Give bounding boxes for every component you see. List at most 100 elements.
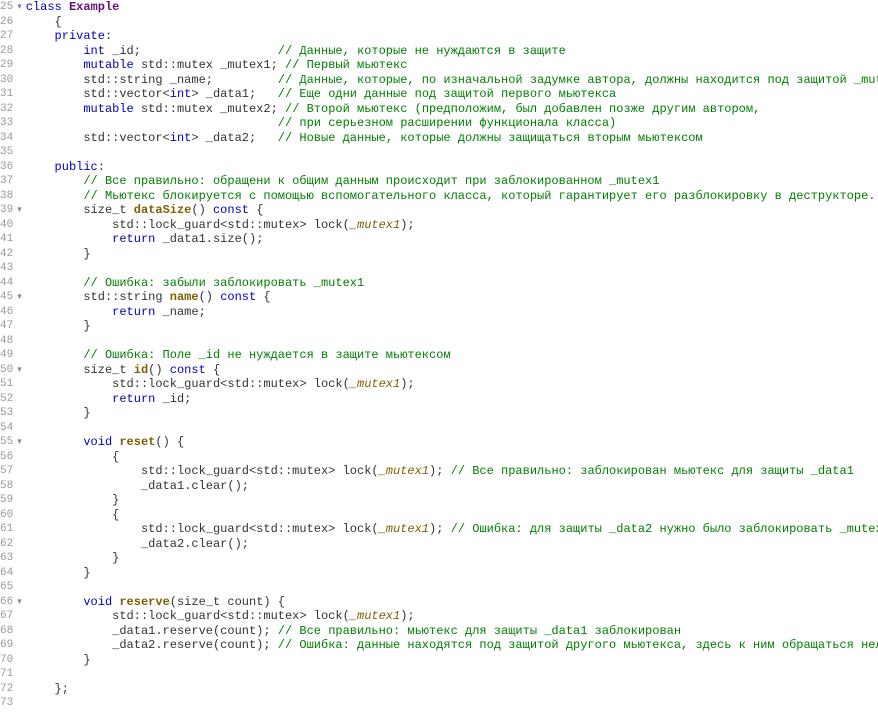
code-line[interactable]: // Ошибка: забыли заблокировать _mutex1 (26, 276, 878, 291)
code-line[interactable]: { (26, 450, 878, 465)
token-punct: std::lock_guard<std::mutex> lock( (26, 609, 350, 623)
token-punct: } (26, 406, 91, 420)
token-punct: ); (429, 522, 451, 536)
token-kw: return (112, 392, 155, 406)
token-punct: _data2.clear(); (26, 537, 249, 551)
code-line[interactable]: } (26, 551, 878, 566)
code-line[interactable]: } (26, 493, 878, 508)
code-line[interactable] (26, 580, 878, 595)
line-number: 25 (0, 0, 13, 15)
code-line[interactable]: { (26, 508, 878, 523)
code-line[interactable]: } (26, 566, 878, 581)
code-line[interactable]: return _data1.size(); (26, 232, 878, 247)
line-number: 69 (0, 638, 13, 653)
code-line[interactable]: }; (26, 682, 878, 697)
code-line[interactable] (26, 145, 878, 160)
code-line[interactable]: public: (26, 160, 878, 175)
token-punct: { (206, 363, 220, 377)
line-number: 50 (0, 363, 13, 378)
code-line[interactable]: std::string _name; // Данные, которые, п… (26, 73, 878, 88)
token-comment: // Первый мьютекс (285, 58, 407, 72)
line-number: 29 (0, 58, 13, 73)
token-punct: std::string (26, 290, 170, 304)
code-line[interactable]: _data1.reserve(count); // Все правильно:… (26, 624, 878, 639)
token-punct: _data1.size(); (155, 232, 263, 246)
line-number: 68 (0, 624, 13, 639)
code-line[interactable]: mutable std::mutex _mutex2; // Второй мь… (26, 102, 878, 117)
code-line[interactable]: { (26, 15, 878, 30)
code-line[interactable]: return _name; (26, 305, 878, 320)
line-number: 34 (0, 131, 13, 146)
code-line[interactable]: size_t id() const { (26, 363, 878, 378)
code-line[interactable] (26, 696, 878, 711)
code-line[interactable]: class Example (26, 0, 878, 15)
line-number: 36 (0, 160, 13, 175)
token-punct: std::lock_guard<std::mutex> lock( (26, 464, 379, 478)
line-number: 47 (0, 319, 13, 334)
code-line[interactable]: } (26, 653, 878, 668)
token-comment: // Мьютекс блокируется с помощью вспомог… (83, 189, 875, 203)
code-line[interactable]: _data1.clear(); (26, 479, 878, 494)
token-punct: _id; (155, 392, 191, 406)
token-punct: } (26, 493, 120, 507)
token-comment: // Второй мьютекс (предположим, был доба… (285, 102, 760, 116)
code-line[interactable]: } (26, 406, 878, 421)
code-line[interactable]: return _id; (26, 392, 878, 407)
token-punct: ); (400, 609, 414, 623)
token-punct: { (249, 203, 263, 217)
code-line[interactable] (26, 421, 878, 436)
token-func: reserve (119, 595, 169, 609)
line-number: 41 (0, 232, 13, 247)
line-number: 66 (0, 595, 13, 610)
code-line[interactable]: std::string name() const { (26, 290, 878, 305)
code-line[interactable]: private: (26, 29, 878, 44)
line-number: 44 (0, 276, 13, 291)
code-line[interactable]: std::lock_guard<std::mutex> lock(_mutex1… (26, 377, 878, 392)
line-number: 64 (0, 566, 13, 581)
code-line[interactable]: size_t dataSize() const { (26, 203, 878, 218)
code-line[interactable]: _data2.clear(); (26, 537, 878, 552)
code-line[interactable]: std::lock_guard<std::mutex> lock(_mutex1… (26, 522, 878, 537)
line-number: 26 (0, 15, 13, 30)
code-line[interactable]: std::lock_guard<std::mutex> lock(_mutex1… (26, 218, 878, 233)
line-number: 28 (0, 44, 13, 59)
token-punct: } (26, 653, 91, 667)
code-line[interactable]: std::lock_guard<std::mutex> lock(_mutex1… (26, 464, 878, 479)
code-line[interactable]: // при серьезном расширении функционала … (26, 116, 878, 131)
line-number: 43 (0, 261, 13, 276)
token-kw: int (170, 87, 192, 101)
token-punct (26, 305, 112, 319)
code-line[interactable]: void reserve(size_t count) { (26, 595, 878, 610)
code-line[interactable] (26, 334, 878, 349)
code-line[interactable]: // Ошибка: Поле _id не нуждается в защит… (26, 348, 878, 363)
line-number: 63 (0, 551, 13, 566)
token-comment: // Ошибка: забыли заблокировать _mutex1 (83, 276, 364, 290)
code-line[interactable] (26, 261, 878, 276)
code-line[interactable]: // Все правильно: обращени к общим данны… (26, 174, 878, 189)
line-number: 52 (0, 392, 13, 407)
token-comment: // Ошибка: для защиты _data2 нужно было … (451, 522, 878, 536)
line-number: 54 (0, 421, 13, 436)
token-punct (26, 595, 84, 609)
token-param: _mutex1 (350, 218, 400, 232)
line-number: 67 (0, 609, 13, 624)
token-punct: } (26, 566, 91, 580)
code-editor-content[interactable]: class Example { private: int _id; // Дан… (22, 0, 878, 713)
token-punct: std::vector< (26, 131, 170, 145)
code-line[interactable]: std::vector<int> _data2; // Новые данные… (26, 131, 878, 146)
code-line[interactable]: std::vector<int> _data1; // Еще одни дан… (26, 87, 878, 102)
code-line[interactable]: } (26, 247, 878, 262)
code-line[interactable] (26, 667, 878, 682)
code-line[interactable]: } (26, 319, 878, 334)
code-line[interactable]: std::lock_guard<std::mutex> lock(_mutex1… (26, 609, 878, 624)
code-line[interactable]: int _id; // Данные, которые не нуждаются… (26, 44, 878, 59)
code-line[interactable]: // Мьютекс блокируется с помощью вспомог… (26, 189, 878, 204)
line-number: 40 (0, 218, 13, 233)
line-number: 72 (0, 682, 13, 697)
code-line[interactable]: _data2.reserve(count); // Ошибка: данные… (26, 638, 878, 653)
token-comment: // Ошибка: данные находятся под защитой … (278, 638, 878, 652)
token-punct (26, 232, 112, 246)
line-number: 58 (0, 479, 13, 494)
code-line[interactable]: void reset() { (26, 435, 878, 450)
code-line[interactable]: mutable std::mutex _mutex1; // Первый мь… (26, 58, 878, 73)
